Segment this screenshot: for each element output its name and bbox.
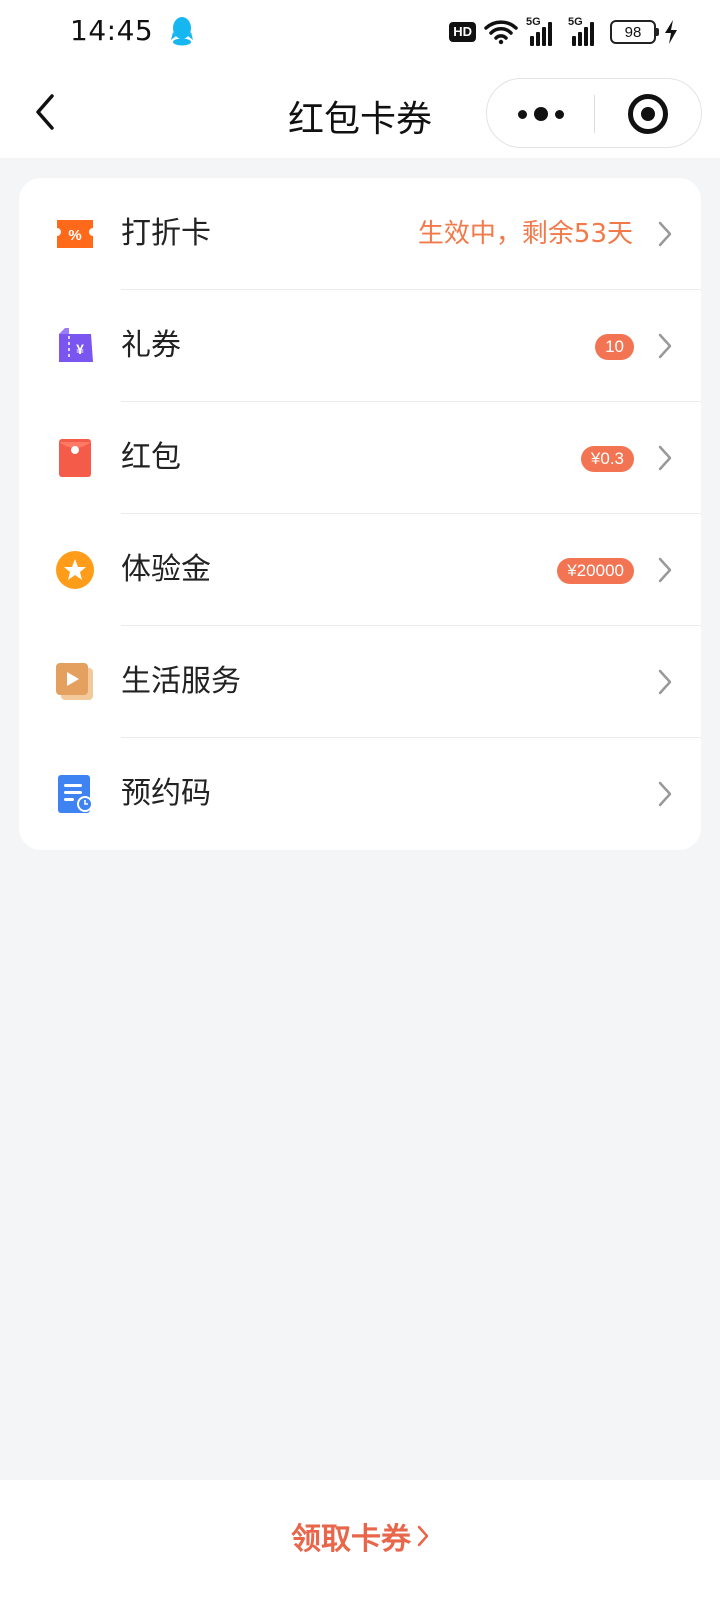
list-item-discount-card[interactable]: % 打折卡 生效中，剩余53天 — [19, 178, 701, 290]
red-packet-icon — [59, 439, 91, 477]
mini-program-capsule — [486, 78, 702, 148]
validity-status: 生效中，剩余53天 — [417, 219, 633, 249]
item-label: 体验金 — [121, 552, 211, 587]
svg-text:¥: ¥ — [76, 341, 84, 357]
item-label: 打折卡 — [121, 216, 211, 251]
chevron-right-icon — [658, 221, 672, 247]
qq-icon — [171, 17, 193, 46]
battery-icon: 98 — [610, 20, 659, 44]
amount-badge: ¥20000 — [557, 558, 634, 584]
nav-bar: 红包卡券 — [0, 66, 720, 158]
more-menu-button[interactable] — [487, 79, 594, 149]
list-item-gift-voucher[interactable]: ¥ 礼券 10 — [19, 290, 701, 402]
signal-tag: 5G — [526, 16, 541, 28]
appointment-code-icon — [58, 775, 93, 813]
chevron-right-icon — [658, 445, 672, 471]
item-label: 预约码 — [121, 776, 211, 811]
voucher-list-card: % 打折卡 生效中，剩余53天 ¥ 礼券 10 红包 ¥0.3 体验金 ¥200… — [19, 178, 701, 850]
chevron-right-icon — [658, 333, 672, 359]
signal-icon-2: 5G — [568, 16, 602, 46]
close-target-icon — [627, 94, 668, 134]
list-item-appointment-code[interactable]: 预约码 — [19, 738, 701, 850]
bottom-bar: 领取卡券 — [0, 1480, 720, 1612]
trial-gold-star-icon — [56, 551, 94, 589]
chevron-right-icon — [658, 557, 672, 583]
item-label: 红包 — [121, 440, 181, 475]
list-item-trial-gold[interactable]: 体验金 ¥20000 — [19, 514, 701, 626]
discount-card-icon: % — [57, 220, 93, 248]
more-dot-icon — [533, 107, 548, 121]
gift-voucher-icon: ¥ — [59, 328, 93, 362]
chevron-right-icon — [658, 781, 672, 807]
list-item-life-service[interactable]: 生活服务 — [19, 626, 701, 738]
chevron-right-icon — [658, 669, 672, 695]
chevron-right-icon — [417, 1525, 429, 1547]
svg-text:%: % — [68, 227, 81, 244]
signal-tag-2: 5G — [568, 16, 583, 28]
item-label: 礼券 — [121, 328, 181, 363]
signal-icon: 5G — [526, 16, 560, 46]
more-dot-icon — [517, 109, 527, 119]
claim-vouchers-link[interactable]: 领取卡券 — [0, 1514, 720, 1558]
hd-badge: HD — [449, 22, 476, 42]
battery-level: 98 — [624, 23, 642, 41]
wifi-icon — [484, 20, 518, 45]
more-dot-icon — [554, 109, 564, 119]
status-indicators: HD 5G 5G 98 — [449, 16, 678, 48]
close-mini-program-button[interactable] — [594, 79, 701, 149]
charging-icon — [665, 20, 677, 44]
amount-badge: ¥0.3 — [580, 446, 634, 472]
list-item-red-packet[interactable]: 红包 ¥0.3 — [19, 402, 701, 514]
count-badge: 10 — [595, 334, 634, 360]
claim-vouchers-label: 领取卡券 — [291, 1522, 411, 1557]
life-service-play-icon — [56, 663, 93, 700]
item-label: 生活服务 — [121, 664, 241, 699]
status-time: 14:45 — [70, 14, 154, 47]
status-bar: 14:45 HD 5G 5G 98 — [0, 0, 720, 66]
